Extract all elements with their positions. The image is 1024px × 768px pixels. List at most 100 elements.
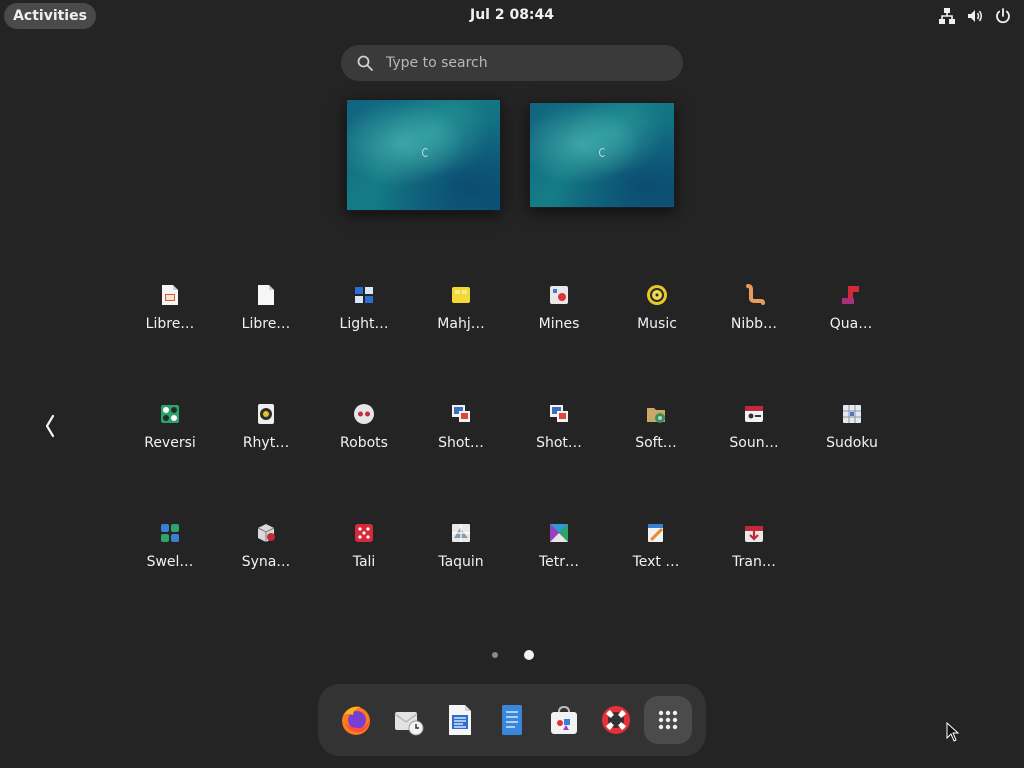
app-label: Sudoku [826,435,878,451]
app-label: Music [637,316,677,332]
previous-page-arrow-icon[interactable] [38,410,62,442]
clock-button[interactable]: Jul 2 08:44 [460,3,564,27]
page-dot-2[interactable] [524,650,534,660]
app-label: Soft… [635,435,677,451]
app-nibbles[interactable]: Nibb… [706,280,802,350]
app-music[interactable]: Music [609,280,705,350]
dash-item-firefox[interactable] [332,696,380,744]
app-reversi[interactable]: Reversi [122,399,218,469]
clock-area: Jul 2 08:44 [0,0,1024,32]
app-mines[interactable]: Mines [511,280,607,350]
app-lightsoff[interactable]: Light… [316,280,412,350]
transmission-icon [745,526,763,542]
synaptic-icon [257,524,275,542]
dash [318,684,706,756]
app-shotwell[interactable]: Shot… [413,399,509,469]
app-label: Tran… [732,554,776,570]
dash-item-evolution[interactable] [384,696,432,744]
app-label: Qua… [829,316,873,332]
shotwell-viewer-icon [550,405,568,422]
volume-icon [968,10,982,22]
debian-swirl-icon [422,148,429,157]
show-apps-button[interactable] [644,696,692,744]
app-synaptic[interactable]: Syna… [218,518,314,588]
app-label: Mahj… [437,316,485,332]
robots-icon [354,404,374,424]
text-editor-icon [648,524,663,542]
tali-icon [355,524,373,542]
workspace-thumbnail-1[interactable] [346,99,501,211]
app-label: Syna… [241,554,291,570]
top-bar: Activities Jul 2 08:44 [0,0,1024,32]
dash-item-software[interactable] [540,696,588,744]
app-label: Mines [538,316,580,332]
network-icon [939,8,955,24]
power-icon [996,8,1010,24]
app-mahjongg[interactable]: Mahj… [413,280,509,350]
show-apps-icon [658,710,678,730]
search-icon [357,55,373,71]
software-properties-icon [647,408,665,423]
app-label: Rhyt… [242,435,290,451]
activities-button[interactable]: Activities [4,3,96,29]
sound-recorder-icon [745,406,763,422]
app-sudoku[interactable]: Sudoku [804,399,900,469]
help-icon [602,706,630,734]
app-tali[interactable]: Tali [316,518,412,588]
app-rhythmbox[interactable]: Rhyt… [218,399,314,469]
quadrapassel-icon [842,286,859,304]
search-bar[interactable] [341,45,683,81]
app-robots[interactable]: Robots [316,399,412,469]
page-dot-1[interactable] [492,652,498,658]
app-shotwell-viewer[interactable]: Shot… [511,399,607,469]
app-quadrapassel[interactable]: Qua… [803,280,899,350]
app-taquin[interactable]: Taquin [413,518,509,588]
app-label: Light… [339,316,389,332]
search-input[interactable] [384,54,668,72]
app-tetravex[interactable]: Tetr… [511,518,607,588]
app-label: Nibb… [730,316,778,332]
rhythmbox-icon [258,404,274,424]
lightsoff-icon [355,287,373,303]
nibbles-icon [746,284,765,305]
app-label: Tetr… [538,554,580,570]
text-document-icon [502,705,522,735]
sudoku-icon [843,405,861,423]
dash-item-help[interactable] [592,696,640,744]
system-menu[interactable] [938,6,1012,26]
mouse-cursor-icon [946,722,960,742]
app-label: Shot… [536,435,582,451]
libreoffice-impress-icon [162,285,178,305]
app-label: Swel… [146,554,194,570]
mines-icon [550,286,568,304]
app-label: Reversi [144,435,196,451]
shotwell-icon [452,405,470,422]
evolution-icon [394,712,424,736]
firefox-icon [342,706,370,735]
app-text-editor[interactable]: Text … [608,518,704,588]
debian-swirl-icon [599,148,606,157]
app-swell-foop[interactable]: Swel… [122,518,218,588]
music-icon [647,285,667,305]
app-label: Libre… [145,316,195,332]
mahjongg-icon [452,287,470,303]
app-label: Taquin [438,554,484,570]
app-software-properties[interactable]: Soft… [608,399,704,469]
libreoffice-icon [258,285,274,305]
app-transmission[interactable]: Tran… [706,518,802,588]
tetravex-icon [550,524,568,542]
app-label: Libre… [241,316,291,332]
libreoffice-writer-icon [449,705,471,735]
app-sound-recorder[interactable]: Soun… [706,399,802,469]
app-label: Robots [340,435,388,451]
app-label: Shot… [438,435,484,451]
dash-item-text-document[interactable] [488,696,536,744]
swell-foop-icon [161,524,179,542]
app-libreoffice[interactable]: Libre… [218,280,314,350]
workspace-thumbnail-2[interactable] [529,102,675,208]
dash-item-libreoffice-writer[interactable] [436,696,484,744]
app-libreoffice-impress[interactable]: Libre… [122,280,218,350]
app-label: Tali [352,554,376,570]
software-icon [551,705,577,734]
reversi-icon [161,405,179,423]
